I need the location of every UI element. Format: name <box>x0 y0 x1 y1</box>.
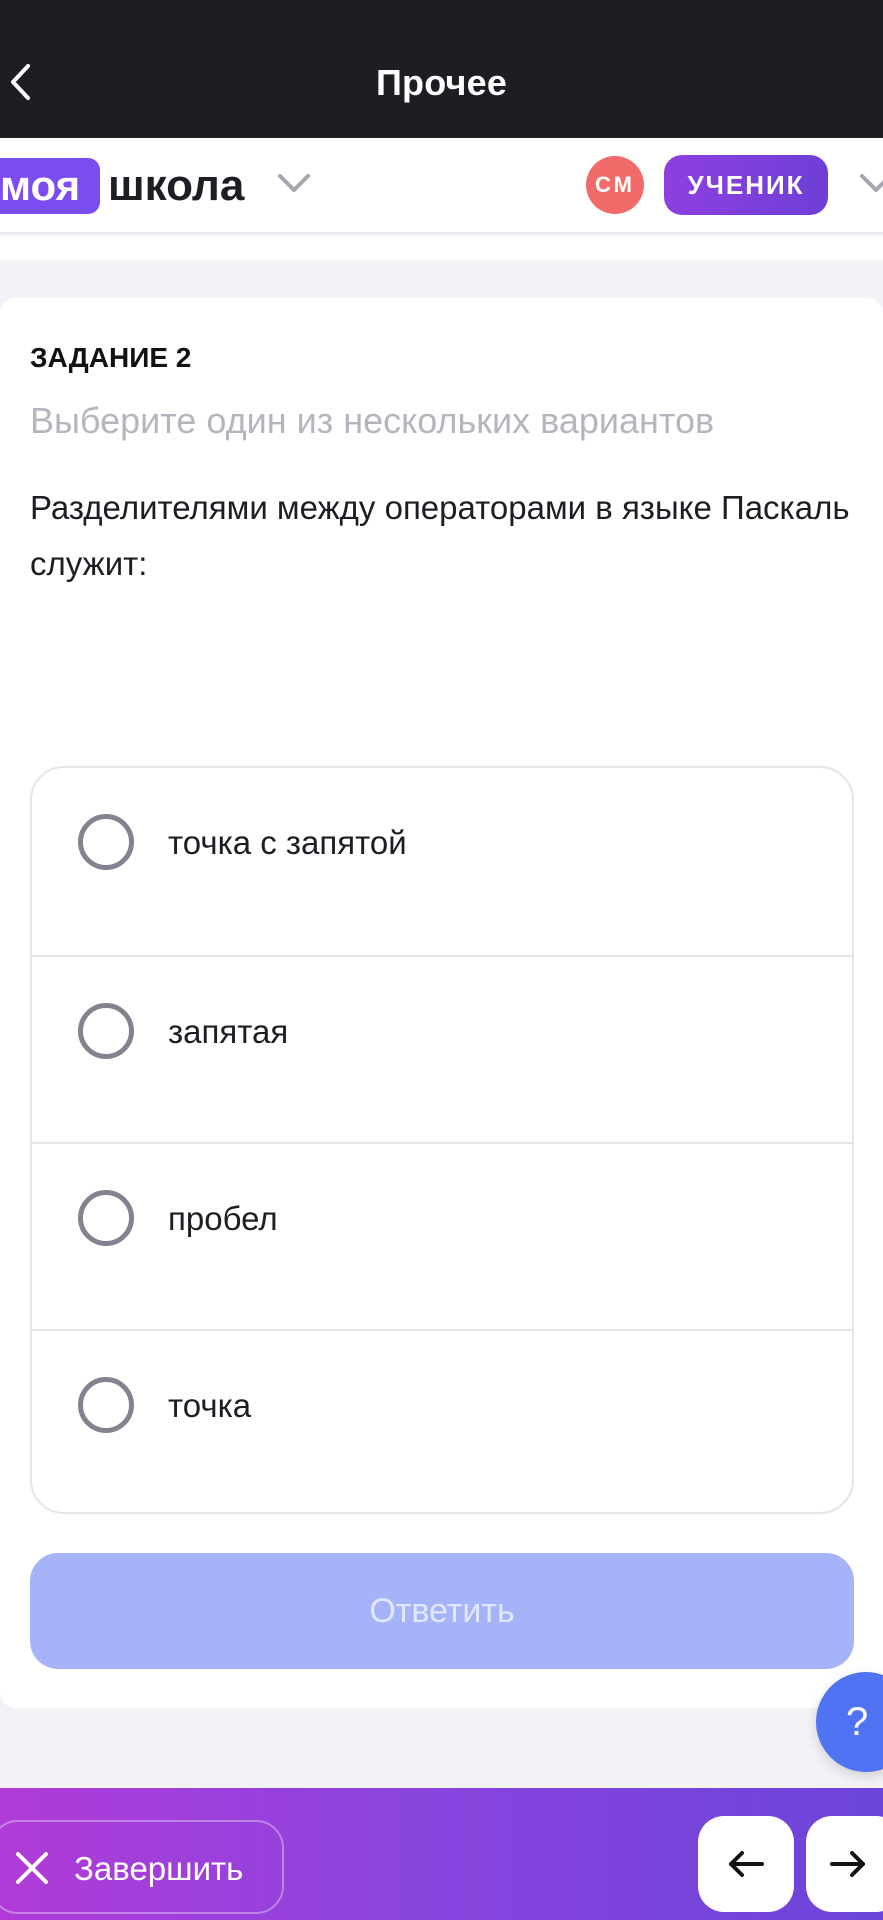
chevron-down-icon[interactable] <box>858 172 883 196</box>
options-list: точка с запятой запятая пробел точка <box>30 766 854 1514</box>
logo-shkola: школа <box>108 161 245 210</box>
radio-button[interactable] <box>78 814 134 870</box>
top-bar: Прочее <box>0 0 883 138</box>
arrow-right-icon <box>830 1851 865 1877</box>
logo-moya: моя <box>0 158 100 214</box>
avatar[interactable]: СМ <box>586 156 644 214</box>
option-label: пробел <box>168 1200 278 1237</box>
page-title: Прочее <box>375 62 508 103</box>
finish-label: Завершить <box>74 1850 244 1887</box>
radio-button[interactable] <box>78 1190 134 1246</box>
option-label: запятая <box>168 1013 289 1050</box>
task-hint: Выберите один из нескольких вариантов <box>30 400 715 441</box>
answer-button[interactable]: Ответить <box>30 1553 854 1669</box>
prev-button[interactable] <box>698 1816 794 1912</box>
role-badge[interactable]: УЧЕНИК <box>664 155 828 215</box>
option-item[interactable]: точка <box>32 1329 852 1512</box>
close-icon <box>16 1852 48 1884</box>
option-item[interactable]: пробел <box>32 1142 852 1329</box>
option-label: точка <box>168 1387 252 1424</box>
option-label: точка с запятой <box>168 824 407 861</box>
chevron-down-icon[interactable] <box>276 172 312 196</box>
option-item[interactable]: запятая <box>32 955 852 1142</box>
radio-button[interactable] <box>78 1377 134 1433</box>
header-gap <box>0 236 883 260</box>
finish-button[interactable]: Завершить <box>0 1820 284 1914</box>
task-question: Разделителями между операторами в языке … <box>30 489 850 582</box>
arrow-left-icon <box>729 1851 764 1877</box>
option-item[interactable]: точка с запятой <box>32 768 852 955</box>
next-button[interactable] <box>806 1816 883 1912</box>
task-label: ЗАДАНИЕ 2 <box>30 342 192 373</box>
radio-button[interactable] <box>78 1003 134 1059</box>
